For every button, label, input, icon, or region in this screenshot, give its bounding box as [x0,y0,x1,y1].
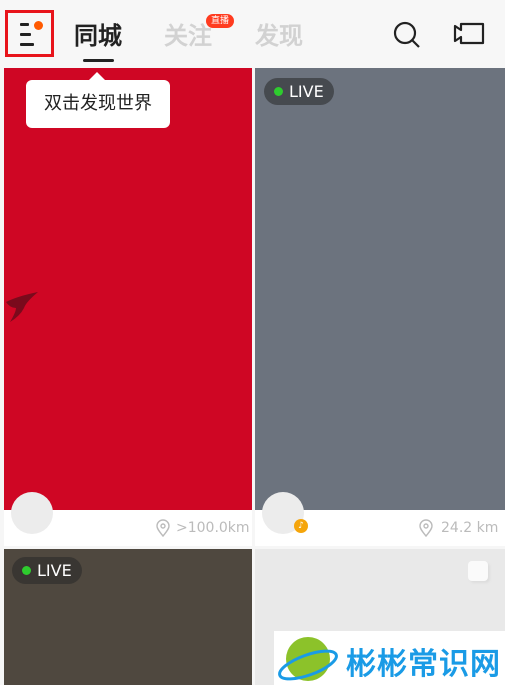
watermark-text: 彬彬常识网 [346,647,501,682]
swallow-logo-icon [6,292,38,322]
distance: 24.2 km [441,520,499,536]
location-icon [156,519,170,537]
distance: >100.0km [176,520,250,536]
tab-nearby[interactable]: 同城 [74,16,122,51]
feed-card[interactable]: LIVE [4,549,252,685]
avatar[interactable] [11,492,53,534]
tab-discover[interactable]: 发现 [255,16,303,51]
watermark: 彬彬常识网 [274,631,505,685]
tab-following[interactable]: 关注 [164,16,212,51]
video-camera-icon[interactable] [452,22,486,46]
feed-card[interactable]: LIVE ♪ 24.2 km [255,68,505,546]
live-badge: 直播 [206,14,235,28]
live-tag: LIVE [264,78,334,105]
tab-underline [83,59,114,62]
music-icon: ♪ [294,519,308,533]
top-bar: 同城 关注 直播 发现 [0,0,505,68]
notification-dot [34,21,43,30]
search-icon[interactable] [392,20,422,50]
location-icon [419,519,433,537]
tooltip: 双击发现世界 [26,72,170,128]
feed-card[interactable]: >100.0km [4,68,252,546]
globe-logo-icon [278,637,338,681]
menu-button[interactable] [5,10,54,57]
live-tag: LIVE [12,557,82,584]
multi-image-icon [468,561,488,581]
